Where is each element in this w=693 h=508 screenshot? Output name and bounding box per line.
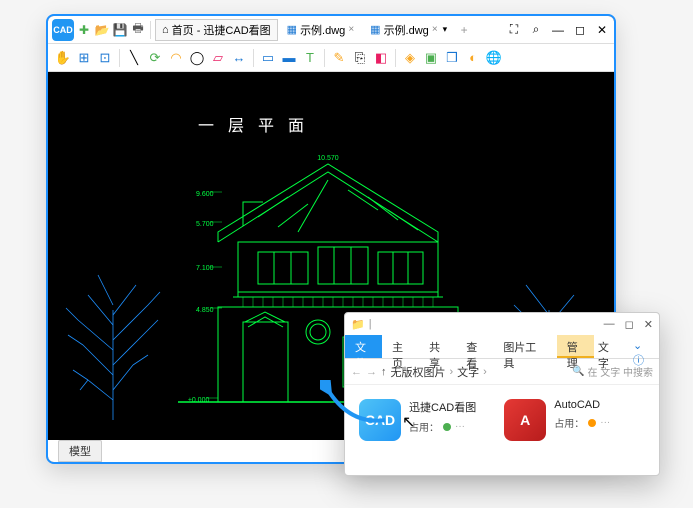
help-icon[interactable]: ⌄ ⓘ (625, 335, 659, 358)
separator (395, 49, 396, 67)
tab-file-1[interactable]: ▦ 示例.dwg × (280, 19, 362, 41)
add-tab-icon[interactable]: + (456, 22, 472, 38)
close-icon[interactable]: ✕ (644, 318, 653, 331)
zoom-extents-icon[interactable]: ⊞ (75, 49, 93, 67)
maximize-icon[interactable]: ◻ (625, 318, 634, 331)
chevron-right-icon: › (450, 366, 454, 378)
refresh-icon[interactable]: ⟳ (146, 49, 164, 67)
separator (253, 49, 254, 67)
text-icon[interactable]: T (301, 49, 319, 67)
close-icon[interactable]: × (348, 24, 354, 35)
ribbon-share[interactable]: 共享 (419, 335, 456, 358)
shape-icon[interactable]: ▱ (209, 49, 227, 67)
tab-label: 示例.dwg (384, 22, 429, 38)
home-icon: ⌂ (162, 24, 169, 36)
search-icon[interactable]: ⌕ (528, 22, 544, 38)
file-name: AutoCAD (554, 399, 610, 411)
ribbon-home[interactable]: 主页 (382, 335, 419, 358)
tab-label: 首页 - 迅捷CAD看图 (172, 22, 271, 38)
tree-left-decoration (58, 250, 168, 420)
toolbar: ✋ ⊞ ⊡ ╲ ⟳ ◠ ◯ ▱ ↔ ▭ ▬ T ✎ ⎘ ◧ ◈ ▣ ❒ ◐ 🌐 (48, 44, 614, 72)
file-item-autocad[interactable]: A AutoCAD 占用： ··· (504, 399, 610, 441)
status-dot-green (443, 423, 451, 431)
new-icon[interactable]: ✚ (76, 22, 92, 38)
file-icon: ▦ (287, 23, 297, 36)
measure-icon[interactable]: ↔ (230, 49, 248, 67)
minimize-icon[interactable]: — (550, 22, 566, 38)
file-list: CAD 迅捷CAD看图 占用： ··· A AutoCAD 占用： ··· (345, 385, 659, 455)
file-explorer-window: 📁 | — ◻ ✕ 文件 主页 共享 查看 图片工具 管理 文字 ⌄ ⓘ ← →… (344, 312, 660, 476)
copy-icon[interactable]: ⎘ (351, 49, 369, 67)
file-item-cad-viewer[interactable]: CAD 迅捷CAD看图 占用： ··· (359, 399, 476, 441)
separator (119, 49, 120, 67)
ribbon-view[interactable]: 查看 (456, 335, 493, 358)
ribbon-pictools[interactable]: 图片工具 (493, 335, 547, 358)
ribbon-group: 文字 (594, 335, 625, 358)
titlebar: CAD ✚ 📂 💾 🖶 ⌂ 首页 - 迅捷CAD看图 ▦ 示例.dwg × ▦ … (48, 16, 614, 44)
svg-text:10.570: 10.570 (317, 155, 339, 162)
app-logo: CAD (52, 19, 74, 41)
close-icon[interactable]: × (432, 24, 438, 35)
nav-up-icon[interactable]: ↑ (381, 366, 387, 378)
nav-forward-icon[interactable]: → (366, 366, 377, 378)
dimension-icon[interactable]: ▬ (280, 49, 298, 67)
drawing-title: 一层平面 (198, 112, 318, 136)
separator (324, 49, 325, 67)
separator (150, 21, 151, 39)
status-dot-orange (588, 419, 596, 427)
ribbon-manage[interactable]: 管理 (557, 335, 594, 358)
chevron-right-icon: › (483, 366, 487, 378)
open-icon[interactable]: 📂 (94, 22, 110, 38)
pan-icon[interactable]: ✋ (54, 49, 72, 67)
ribbon-file[interactable]: 文件 (345, 335, 382, 358)
chevron-down-icon[interactable]: ▾ (443, 24, 448, 35)
zoom-window-icon[interactable]: ⊡ (96, 49, 114, 67)
save-icon[interactable]: 💾 (112, 22, 128, 38)
edit-icon[interactable]: ✎ (330, 49, 348, 67)
status-label: 占用： (409, 419, 439, 434)
3d-icon[interactable]: ❒ (443, 49, 461, 67)
file-icon: ▦ (370, 23, 380, 36)
status-label: 占用： (554, 415, 584, 430)
explorer-ribbon: 文件 主页 共享 查看 图片工具 管理 文字 ⌄ ⓘ (345, 335, 659, 359)
tab-home[interactable]: ⌂ 首页 - 迅捷CAD看图 (155, 19, 278, 41)
address-bar[interactable]: ← → ↑ 无版权图片 › 文字 › 🔍 在 文字 中搜索 (345, 359, 659, 385)
file-name: 迅捷CAD看图 (409, 399, 476, 415)
folder-icon: 📁 (351, 318, 365, 331)
explorer-titlebar: 📁 | — ◻ ✕ (345, 313, 659, 335)
block-icon[interactable]: ▣ (422, 49, 440, 67)
rect-icon[interactable]: ▭ (259, 49, 277, 67)
cad-app-icon: CAD (359, 399, 401, 441)
eraser-icon[interactable]: ◧ (372, 49, 390, 67)
tab-file-2[interactable]: ▦ 示例.dwg × ▾ (363, 19, 454, 41)
minimize-icon[interactable]: — (604, 318, 615, 331)
circle-icon[interactable]: ◯ (188, 49, 206, 67)
search-icon: 🔍 (572, 366, 584, 377)
autocad-app-icon: A (504, 399, 546, 441)
nav-back-icon[interactable]: ← (351, 366, 362, 378)
print-icon[interactable]: 🖶 (130, 22, 146, 38)
render-icon[interactable]: ◐ (464, 49, 482, 67)
fullscreen-icon[interactable]: ⛶ (506, 22, 522, 38)
close-window-icon[interactable]: ✕ (594, 22, 610, 38)
globe-icon[interactable]: 🌐 (485, 49, 503, 67)
layers-icon[interactable]: ◈ (401, 49, 419, 67)
breadcrumb-segment[interactable]: 无版权图片 (391, 364, 446, 380)
svg-text:7.100: 7.100 (196, 265, 214, 272)
search-input[interactable]: 🔍 在 文字 中搜索 (572, 364, 653, 379)
tab-label: 示例.dwg (300, 22, 345, 38)
line-icon[interactable]: ╲ (125, 49, 143, 67)
model-tab[interactable]: 模型 (58, 440, 102, 462)
breadcrumb-segment[interactable]: 文字 (457, 364, 479, 380)
maximize-icon[interactable]: ◻ (572, 22, 588, 38)
arc-icon[interactable]: ◠ (167, 49, 185, 67)
